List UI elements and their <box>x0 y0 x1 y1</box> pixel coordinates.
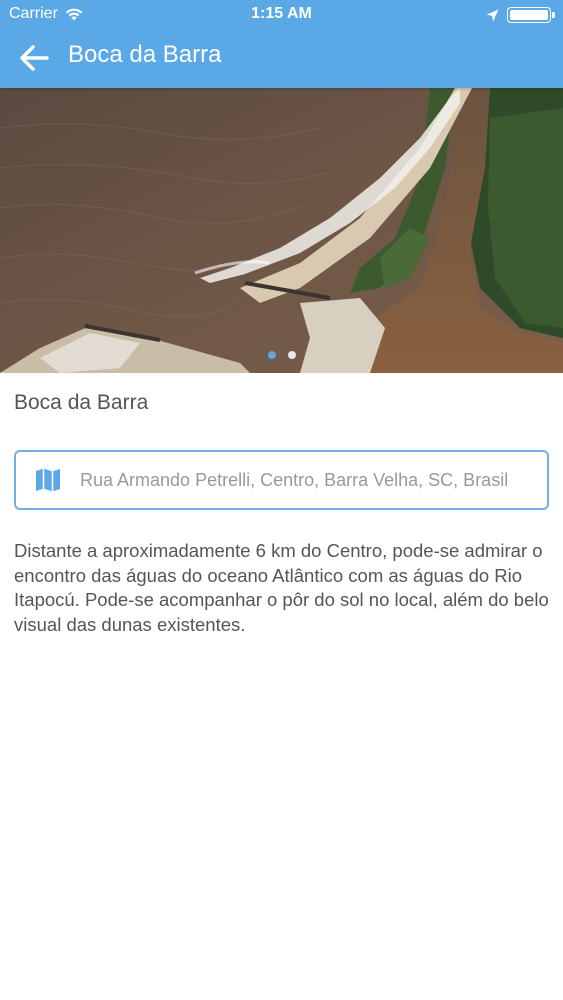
map-icon <box>34 466 62 494</box>
address-field[interactable]: Rua Armando Petrelli, Centro, Barra Velh… <box>14 450 549 510</box>
status-right-group <box>486 6 555 24</box>
pager-dot-1[interactable] <box>267 351 276 359</box>
status-bar: Carrier 1:15 AM <box>0 0 563 30</box>
arrow-left-icon <box>20 45 49 71</box>
place-title: Boca da Barra <box>14 391 149 414</box>
address-text: Rua Armando Petrelli, Centro, Barra Velh… <box>80 469 509 490</box>
pager-dot-2[interactable] <box>287 351 296 359</box>
place-description: Distante a aproximadamente 6 km do Centr… <box>14 540 549 635</box>
page-title: Boca da Barra <box>68 41 222 68</box>
app-header: Carrier 1:15 AM Boca da Barra <box>0 0 563 88</box>
navigation-bar: Boca da Barra <box>0 30 563 88</box>
battery-icon <box>507 6 555 24</box>
status-time: 1:15 AM <box>251 5 312 22</box>
back-button[interactable] <box>14 38 54 78</box>
location-arrow-icon <box>486 9 499 21</box>
image-gallery[interactable] <box>0 88 563 373</box>
gallery-image <box>0 88 563 373</box>
gallery-pager <box>0 351 563 359</box>
